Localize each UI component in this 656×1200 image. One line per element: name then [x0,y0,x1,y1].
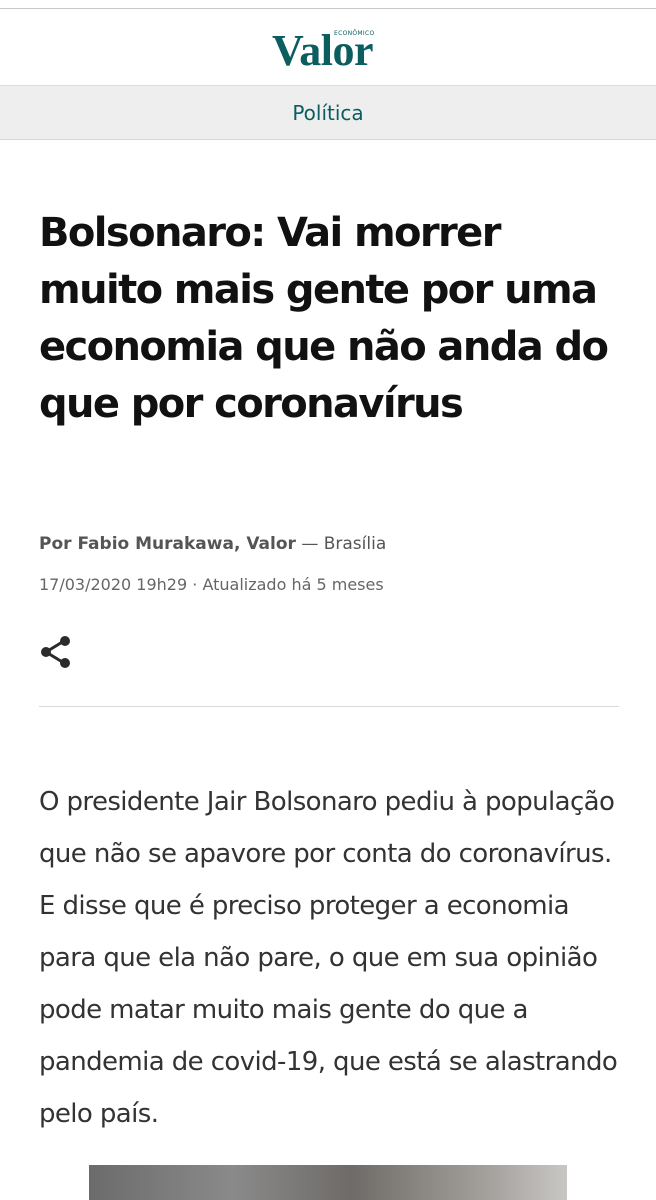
byline-location: Brasília [323,534,387,554]
section-link[interactable]: Política [292,101,363,125]
article-image [89,1165,567,1200]
share-icon[interactable] [38,633,74,669]
site-header: ECONÔMICO Valor [0,9,656,86]
valor-logo[interactable]: ECONÔMICO Valor [272,19,392,75]
publish-date: 17/03/2020 19h29 [39,575,188,594]
article-headline: Bolsonaro: Vai morrer muito mais gente p… [39,210,609,427]
section-bar: Política [0,86,656,140]
byline: Por Fabio Murakawa, Valor — Brasília [39,534,386,554]
updated-text: Atualizado há 5 meses [202,575,384,594]
dateline: 17/03/2020 19h29 · Atualizado há 5 meses [39,575,384,594]
logo-wordmark: Valor [272,26,374,75]
content-divider [39,706,619,707]
article-body: O presidente Jair Bolsonaro pediu à popu… [39,787,618,1129]
date-separator: · [187,575,203,594]
byline-separator: — [295,534,324,554]
top-rule [0,0,656,9]
byline-author[interactable]: Por Fabio Murakawa, Valor [39,534,296,554]
article-page: ECONÔMICO Valor Política Bolsonaro: Vai … [0,0,656,1200]
